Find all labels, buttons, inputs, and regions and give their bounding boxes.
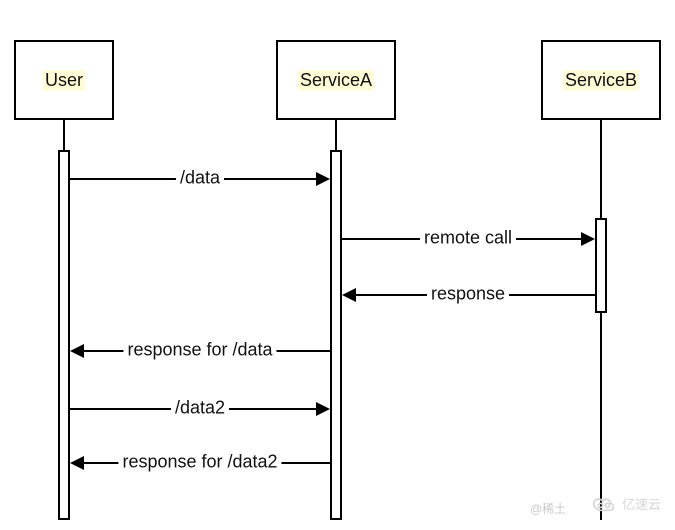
arrowhead-left-icon bbox=[342, 288, 356, 302]
cloud-icon bbox=[590, 495, 618, 513]
participant-servicea-label: ServiceA bbox=[298, 70, 374, 91]
arrowhead-left-icon bbox=[70, 344, 84, 358]
lifeline-serviceb bbox=[600, 120, 602, 520]
message-label: /data2 bbox=[171, 398, 229, 419]
message-label: /data bbox=[176, 168, 224, 189]
message-label: remote call bbox=[420, 228, 516, 249]
message-label: response for /data2 bbox=[118, 452, 281, 473]
activation-user-1 bbox=[58, 150, 70, 520]
arrowhead-right-icon bbox=[581, 232, 595, 246]
message-label: response for /data bbox=[123, 340, 276, 361]
arrowhead-right-icon bbox=[316, 402, 330, 416]
participant-user-label: User bbox=[43, 70, 85, 91]
activation-servicea-1 bbox=[330, 150, 342, 520]
arrowhead-left-icon bbox=[70, 456, 84, 470]
participant-user: User bbox=[14, 40, 114, 120]
participant-servicea: ServiceA bbox=[276, 40, 396, 120]
participant-serviceb-label: ServiceB bbox=[563, 70, 639, 91]
participant-serviceb: ServiceB bbox=[541, 40, 661, 120]
arrowhead-right-icon bbox=[316, 172, 330, 186]
activation-serviceb-1 bbox=[595, 218, 607, 313]
brand-logo: 亿速云 bbox=[590, 494, 661, 513]
watermark-text: @稀土 bbox=[530, 500, 566, 517]
brand-logo-text: 亿速云 bbox=[622, 494, 661, 513]
message-label: response bbox=[427, 284, 509, 305]
